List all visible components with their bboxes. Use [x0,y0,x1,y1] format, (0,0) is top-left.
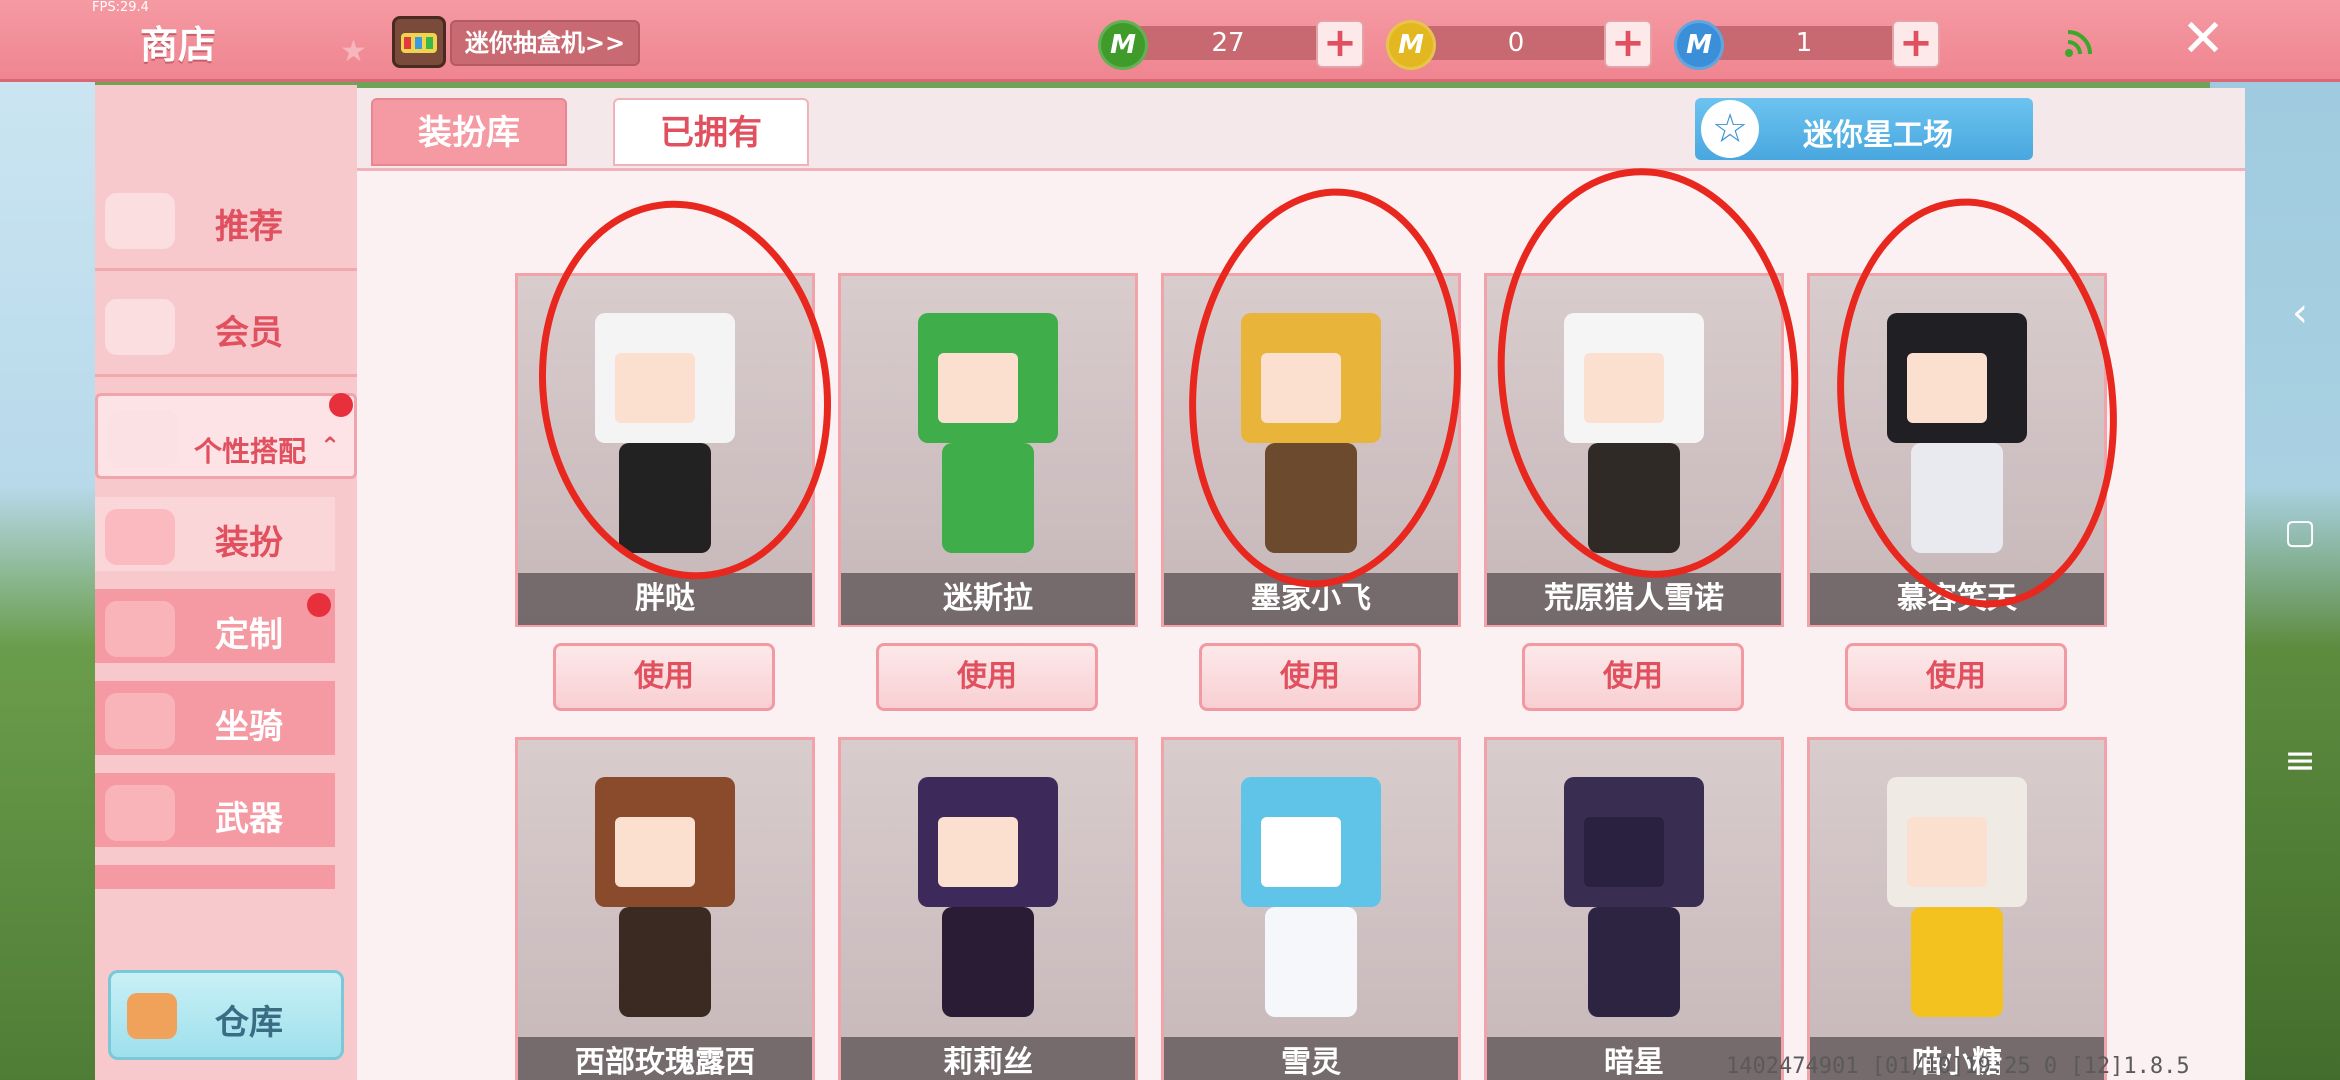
star-decoration-icon: ★ [340,34,367,69]
notification-dot [307,593,331,617]
gold-mini-coin-icon: M [1386,20,1436,70]
tab-owned[interactable]: 已拥有 [613,98,809,166]
fps-counter: FPS:29.4 [92,0,149,15]
pencil-icon [105,601,175,657]
gun-icon [105,785,175,841]
use-button[interactable]: 使用 [876,643,1098,711]
top-bar: FPS:29.4 商店 ★ 迷你抽盒机>> 27 M + 0 M + 1 M +… [0,0,2340,82]
character-body [1911,907,2003,1017]
costume-name: 西部玫瑰露西 [518,1037,812,1080]
sidebar-item-weapon[interactable]: 武器 [95,773,335,853]
currency-green-value: 27 [1128,26,1328,60]
sidebar-item-label: 坐骑 [215,707,283,747]
tab-costume-library[interactable]: 装扮库 [371,98,567,166]
costume-name: 雪灵 [1164,1037,1458,1080]
sidebar: 推荐 会员 个性搭配 ⌃ 装扮 定制 坐骑 武器 [95,85,357,1080]
sidebar-item-label: 定制 [215,615,283,655]
character-figure [585,777,745,1037]
use-button[interactable]: 使用 [1199,643,1421,711]
signal-icon [2065,30,2092,57]
sidebar-item-mount[interactable]: 坐骑 [95,681,335,761]
add-blue-currency-button[interactable]: + [1892,20,1940,68]
character-face [1261,817,1341,887]
warehouse-label: 仓库 [215,1003,283,1043]
sidebar-item-membership[interactable]: 会员 [95,277,357,377]
currency-green: 27 M + [1098,20,1364,70]
character-face [1584,817,1664,887]
currency-blue-value: 1 [1704,26,1904,60]
page-title: 商店 [140,23,217,67]
use-button[interactable]: 使用 [1522,643,1744,711]
membership-icon [105,299,175,355]
currency-gold-value: 0 [1416,26,1616,60]
sidebar-item-costume[interactable]: 装扮 [95,497,335,577]
character-body [942,443,1034,553]
gacha-machine-icon[interactable] [392,16,446,68]
trophy-icon [108,410,178,466]
character-face [1907,817,1987,887]
menu-icon[interactable]: ≡ [2270,738,2330,782]
sidebar-item-partial [95,865,335,889]
costume-name: 迷斯拉 [841,573,1135,625]
currency-gold: 0 M + [1386,20,1652,70]
character-body [942,907,1034,1017]
blue-mini-coin-icon: M [1674,20,1724,70]
character-figure [1877,777,2037,1037]
character-face [938,817,1018,887]
character-face [615,817,695,887]
notification-dot [329,393,353,417]
star-icon: ☆ [1701,100,1759,158]
home-square-icon[interactable]: ▢ [2270,512,2330,552]
system-nav-bar: ‹ ▢ ≡ [2260,0,2340,1080]
mount-icon [105,693,175,749]
character-body [619,907,711,1017]
sidebar-item-label: 武器 [215,799,283,839]
character-body [1588,907,1680,1017]
character-figure [1554,777,1714,1037]
close-button[interactable]: ✕ [2178,12,2228,66]
character-body [1265,907,1357,1017]
thumbs-up-icon [105,193,175,249]
back-icon[interactable]: ‹ [2270,290,2330,336]
add-green-currency-button[interactable]: + [1316,20,1364,68]
use-button[interactable]: 使用 [1845,643,2067,711]
use-button[interactable]: 使用 [553,643,775,711]
character-figure [908,777,1068,1037]
gacha-machine-button[interactable]: 迷你抽盒机>> [450,20,640,66]
sidebar-item-label: 推荐 [215,207,283,247]
sidebar-item-label: 会员 [215,313,283,353]
sidebar-item-custom[interactable]: 定制 [95,589,335,669]
sidebar-item-label: 个性搭配 [194,435,307,468]
costume-name: 荒原猎人雪诺 [1487,573,1781,625]
sidebar-item-recommend[interactable]: 推荐 [95,171,357,271]
mini-star-workshop-label: 迷你星工场 [1803,118,1953,153]
build-info: 1402474901 [01/10]19:25 0 [12]1.8.5 [1726,1054,2190,1079]
costume-name: 胖哒 [518,573,812,625]
sidebar-item-label: 装扮 [215,523,283,563]
character-figure [908,313,1068,573]
sidebar-item-personal-style[interactable]: 个性搭配 ⌃ [95,393,357,479]
add-gold-currency-button[interactable]: + [1604,20,1652,68]
character-figure [1231,777,1391,1037]
chevron-up-icon: ⌃ [320,432,341,460]
warehouse-icon [127,993,177,1039]
shirt-icon [105,509,175,565]
costume-name: 莉莉丝 [841,1037,1135,1080]
green-mini-coin-icon: M [1098,20,1148,70]
character-face [938,353,1018,423]
mini-star-workshop-button[interactable]: ☆ 迷你星工场 [1695,98,2033,160]
warehouse-button[interactable]: 仓库 [108,970,344,1060]
background-scenery-left [0,0,95,1080]
currency-blue: 1 M + [1674,20,1940,70]
